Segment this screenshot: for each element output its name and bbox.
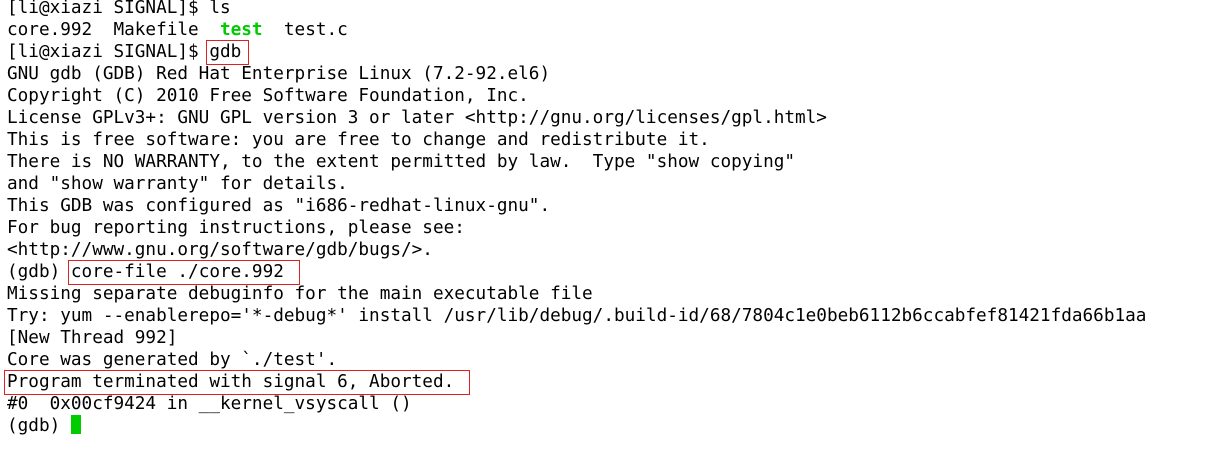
bug-reporting-text: For bug reporting instructions, please s… [7,218,465,238]
executable-file-name: test [219,20,263,40]
terminal-line-current-prompt[interactable]: (gdb) [7,415,81,437]
configured-text: This GDB was configured as "i686-redhat-… [7,196,551,216]
core-generated-text: Core was generated by `./test'. [7,350,338,370]
terminal-line-free-software: This is free software: you are free to c… [7,129,710,151]
copyright-text: Copyright (C) 2010 Free Software Foundat… [7,86,529,106]
terminal-cursor[interactable] [70,415,81,434]
terminal-line-bug-url: <http://www.gnu.org/software/gdb/bugs/>. [7,239,433,261]
gdb-prompt: (gdb) [7,262,71,282]
terminal-line-bug-reporting: For bug reporting instructions, please s… [7,217,465,239]
gdb-command-text: gdb [209,42,242,62]
file-list-text-end: test.c [262,20,348,40]
free-software-text: This is free software: you are free to c… [7,130,710,150]
terminal-line-ls-output: core.992 Makefile test test.c [7,19,348,41]
terminal-line-license: License GPLv3+: GNU GPL version 3 or lat… [7,107,827,129]
new-thread-text: [New Thread 992] [7,328,178,348]
shell-prompt: [li@xiazi SIGNAL]$ [7,42,210,62]
highlight-core-file-command: core-file ./core.992 [67,260,300,285]
backtrace-frame-text: #0 0x00cf9424 in __kernel_vsyscall () [7,394,412,414]
warranty-details-text: and "show warranty" for details. [7,174,348,194]
terminal-line-new-thread: [New Thread 992] [7,327,177,349]
highlight-gdb-command: gdb [206,40,250,65]
terminal-line-warranty: There is NO WARRANTY, to the extent perm… [7,151,795,173]
license-text: License GPLv3+: GNU GPL version 3 or lat… [7,108,827,128]
terminal-window[interactable]: [li@xiazi SIGNAL]$ ls core.992 Makefile … [0,0,1215,451]
file-list-text: core.992 Makefile [7,20,220,40]
terminal-line-terminated: Program terminated with signal 6, Aborte… [3,370,471,395]
terminal-line-gdb-version: GNU gdb (GDB) Red Hat Enterprise Linux (… [7,63,550,85]
terminal-line-core-file-command: (gdb) core-file ./core.992 [7,260,300,285]
warranty-text: There is NO WARRANTY, to the extent perm… [7,152,796,172]
bug-url-text: <http://www.gnu.org/software/gdb/bugs/>. [7,240,433,260]
terminal-line-ls-command: [li@xiazi SIGNAL]$ ls [7,0,231,19]
terminal-line-gdb-command: [li@xiazi SIGNAL]$ gdb [7,40,250,65]
ls-command-text: [li@xiazi SIGNAL]$ ls [7,0,231,18]
terminal-line-core-generated: Core was generated by `./test'. [7,349,337,371]
core-file-command-text: core-file ./core.992 [70,262,284,282]
missing-debuginfo-text: Missing separate debuginfo for the main … [7,284,593,304]
terminal-line-yum-hint: Try: yum --enablerepo='*-debug*' install… [7,305,1146,327]
terminal-line-backtrace: #0 0x00cf9424 in __kernel_vsyscall () [7,393,412,415]
terminal-line-copyright: Copyright (C) 2010 Free Software Foundat… [7,85,529,107]
terminal-line-configured: This GDB was configured as "i686-redhat-… [7,195,550,217]
gdb-prompt-current: (gdb) [7,416,71,436]
terminal-line-warranty-details: and "show warranty" for details. [7,173,348,195]
highlight-terminated-message: Program terminated with signal 6, Aborte… [3,370,471,395]
gdb-version-text: GNU gdb (GDB) Red Hat Enterprise Linux (… [7,64,551,84]
terminal-line-missing-debuginfo: Missing separate debuginfo for the main … [7,283,593,305]
yum-hint-text: Try: yum --enablerepo='*-debug*' install… [7,306,1147,326]
terminated-signal-text: Program terminated with signal 6, Aborte… [7,372,455,392]
